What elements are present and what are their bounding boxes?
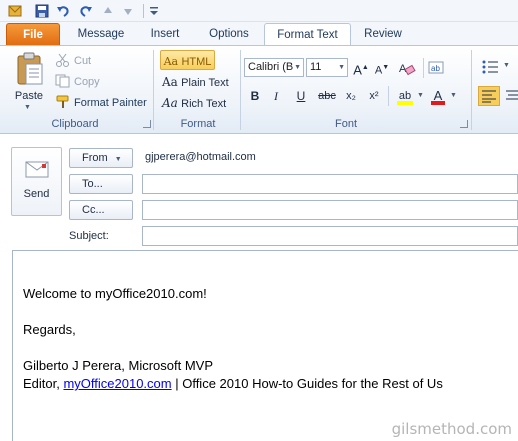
font-color-dropdown-icon[interactable]: ▼ (450, 92, 457, 99)
font-row-separator (388, 86, 389, 106)
from-button[interactable]: From ▼ (69, 148, 133, 168)
superscript-button[interactable]: x² (366, 86, 382, 106)
customize-icon[interactable] (147, 4, 161, 18)
highlight-swatch (397, 101, 413, 105)
watermark: gilsmethod.com (391, 420, 512, 438)
change-case-icon[interactable]: ab (428, 60, 446, 76)
save-icon[interactable] (35, 4, 49, 18)
bullets-dropdown-icon[interactable]: ▼ (503, 62, 510, 69)
quick-access-toolbar (0, 0, 518, 22)
plain-text-label: Plain Text (181, 77, 229, 89)
plain-text-format-button[interactable]: Aa Plain Text (162, 72, 236, 92)
clipboard-group-label: Clipboard (51, 118, 99, 130)
paste-button[interactable]: Paste ▼ (10, 50, 48, 112)
font-group-label: Font (334, 118, 357, 130)
cut-label: Cut (74, 55, 92, 67)
from-dropdown-icon: ▼ (114, 156, 122, 163)
cc-field[interactable] (142, 200, 518, 220)
font-name-combo[interactable]: Calibri (B ▼ (244, 58, 304, 77)
undo-icon[interactable] (56, 4, 70, 18)
paintbrush-icon (56, 95, 69, 108)
html-format-label: HTML (181, 56, 212, 68)
to-field[interactable] (142, 174, 518, 194)
bold-button[interactable]: B (247, 86, 263, 106)
copy-icon (55, 74, 70, 88)
signature-name: Gilberto J Perera, Microsoft MVP (23, 358, 213, 373)
down-arrow-icon[interactable] (121, 4, 135, 18)
send-button[interactable]: Send (11, 147, 62, 216)
font-row-separator (423, 58, 424, 78)
subscript-button[interactable]: x₂ (343, 86, 359, 106)
rich-text-format-button[interactable]: Aa Rich Text (162, 93, 236, 113)
rich-text-icon: Aa (162, 96, 178, 110)
qat-separator (143, 4, 144, 18)
font-color-swatch (431, 101, 445, 105)
signature-editor-line: Editor, myOffice2010.com | Office 2010 H… (23, 376, 443, 391)
highlight-button[interactable]: ab (395, 86, 415, 106)
body-greeting: Welcome to myOffice2010.com! (23, 286, 207, 301)
tab-format-text[interactable]: Format Text (264, 23, 351, 46)
to-button[interactable]: To... (69, 174, 133, 194)
tab-review[interactable]: Review (355, 23, 411, 46)
html-format-icon: Aa (163, 55, 179, 68)
font-size-dropdown-icon[interactable]: ▼ (338, 59, 345, 76)
copy-button[interactable]: Copy (55, 73, 100, 91)
signature-editor-prefix: Editor, (23, 376, 64, 391)
font-name-value: Calibri (B (248, 61, 294, 73)
subject-field[interactable] (142, 226, 518, 246)
message-body[interactable]: Welcome to myOffice2010.com! Regards, Gi… (12, 250, 518, 441)
align-center-icon[interactable] (504, 86, 518, 106)
scissors-icon (56, 53, 69, 67)
format-painter-button[interactable]: Format Painter (55, 94, 147, 112)
tab-message[interactable]: Message (70, 23, 132, 46)
grow-font-button[interactable]: A▲ (352, 58, 370, 78)
subject-label: Subject: (69, 230, 109, 242)
shrink-font-button[interactable]: A▼ (373, 58, 391, 78)
svg-text:ab: ab (431, 64, 440, 73)
send-envelope-icon (25, 161, 49, 178)
font-color-button[interactable]: A (430, 86, 446, 106)
underline-button[interactable]: U (293, 86, 309, 106)
ribbon-tabs: File Message Insert Options Format Text … (0, 22, 518, 46)
cc-button[interactable]: Cc... (69, 200, 133, 220)
format-group-label: Format (180, 118, 216, 130)
font-name-dropdown-icon[interactable]: ▼ (294, 59, 301, 76)
tab-file[interactable]: File (6, 23, 60, 46)
group-separator (471, 50, 472, 130)
align-left-icon[interactable] (478, 86, 500, 106)
send-label: Send (23, 188, 50, 200)
redo-icon[interactable] (79, 4, 93, 18)
tab-options[interactable]: Options (198, 23, 260, 46)
font-size-combo[interactable]: 11 ▼ (306, 58, 348, 77)
copy-label: Copy (74, 76, 100, 88)
clipboard-launcher-icon[interactable] (143, 120, 151, 128)
body-regards: Regards, (23, 322, 76, 337)
highlight-dropdown-icon[interactable]: ▼ (417, 92, 424, 99)
signature-tagline: | Office 2010 How-to Guides for the Rest… (171, 376, 443, 391)
strikethrough-button[interactable]: abc (316, 86, 338, 106)
signature-link[interactable]: myOffice2010.com (63, 376, 171, 391)
group-separator (240, 50, 241, 130)
from-label: From (82, 152, 108, 164)
plain-text-icon: Aa (162, 75, 178, 89)
html-format-button[interactable]: Aa HTML (160, 50, 215, 70)
font-size-value: 11 (310, 61, 322, 73)
cut-button[interactable]: Cut (55, 52, 91, 70)
format-painter-label: Format Painter (74, 97, 147, 109)
grow-font-icon: A (353, 62, 362, 78)
paste-dropdown-icon[interactable]: ▼ (24, 104, 31, 111)
font-launcher-icon[interactable] (460, 120, 468, 128)
ribbon: Paste ▼ Cut Copy Format Painter Clipboar… (0, 46, 518, 134)
italic-button[interactable]: I (269, 86, 283, 106)
bullets-icon[interactable] (482, 60, 500, 74)
paste-label: Paste (14, 90, 44, 102)
clipboard-icon (17, 52, 43, 85)
outlook-icon (8, 5, 22, 17)
rich-text-label: Rich Text (181, 98, 227, 110)
group-separator (153, 50, 154, 130)
up-arrow-icon[interactable] (101, 4, 115, 18)
tab-insert[interactable]: Insert (140, 23, 190, 46)
from-address: gjperera@hotmail.com (145, 151, 256, 163)
clear-formatting-icon[interactable]: A (398, 60, 416, 76)
